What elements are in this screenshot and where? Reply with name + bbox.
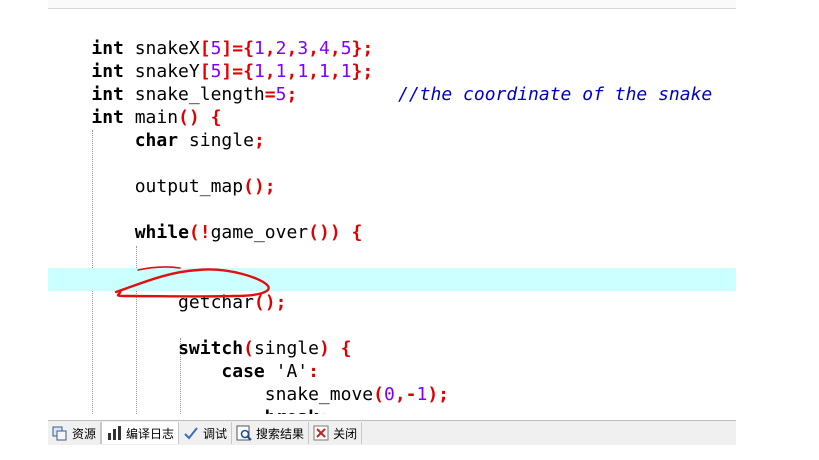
tab-search-results[interactable]: 搜索结果 xyxy=(232,422,310,444)
code-editor[interactable]: int snakeX[5]={1,2,3,4,5}; int snakeY[5]… xyxy=(48,0,736,414)
tab-label: 编译日志 xyxy=(126,426,175,441)
tab-resources[interactable]: 资源 xyxy=(48,422,102,444)
close-icon xyxy=(313,425,329,441)
tab-label: 搜索结果 xyxy=(256,426,305,441)
debug-icon xyxy=(183,425,199,441)
tab-debug[interactable]: 调试 xyxy=(179,422,233,444)
search-results-icon xyxy=(236,425,252,441)
red-scribble-annotation xyxy=(114,266,270,298)
tab-compile-log[interactable]: 编译日志 xyxy=(101,422,180,444)
resources-icon xyxy=(52,425,68,441)
bottom-panel-tabs: 资源 编译日志 调试 搜索结果 关闭 xyxy=(48,420,736,445)
tab-label: 资源 xyxy=(72,426,97,441)
tab-label: 关闭 xyxy=(333,426,358,441)
tab-close[interactable]: 关闭 xyxy=(309,422,363,444)
tab-label: 调试 xyxy=(203,426,228,441)
compile-log-icon xyxy=(106,425,122,441)
